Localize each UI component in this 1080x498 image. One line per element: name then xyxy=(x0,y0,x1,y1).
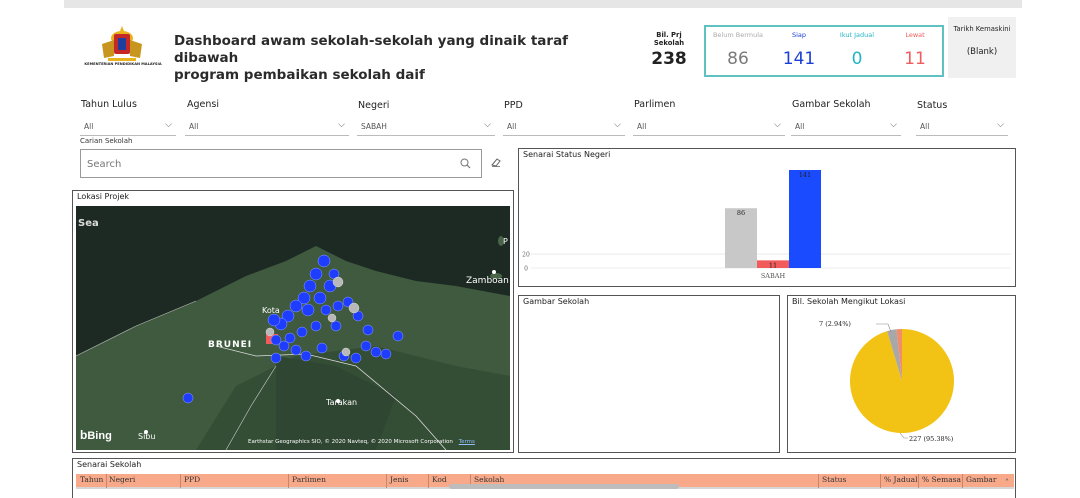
map-canvas xyxy=(76,206,510,450)
col-separator xyxy=(918,474,919,488)
ikut-jadual-label: Ikut Jadual xyxy=(839,31,875,39)
filter-ppd[interactable]: All ⌵ xyxy=(503,118,625,136)
location-pie-chart: 7 (2.94%) 227 (95.38%) xyxy=(819,320,954,443)
chevron-down-icon: ⌵ xyxy=(338,120,345,130)
chevron-down-icon: ⌵ xyxy=(997,120,1004,130)
search-box xyxy=(80,149,482,178)
map-label-tarakan: Tarakan xyxy=(326,398,358,407)
tarikh-kemaskini-card: Tarikh Kemaskini (Blank) xyxy=(948,17,1016,78)
scroll-up-icon[interactable]: ˄ xyxy=(1005,478,1009,487)
eraser-icon[interactable] xyxy=(490,156,502,168)
map-copyright-text: Earthstar Geographics SIO, © 2020 Navteq… xyxy=(248,439,453,445)
status-chart-panel: Senarai Status Negeri 0 20 86 11 141 SABAH xyxy=(518,148,1016,287)
filter-label-gambar-sekolah: Gambar Sekolah xyxy=(792,99,871,110)
filter-value: All xyxy=(84,122,94,131)
search-icon[interactable] xyxy=(460,158,471,169)
tarikh-value: (Blank) xyxy=(966,47,998,57)
filter-status[interactable]: All ⌵ xyxy=(916,118,1008,136)
col-separator xyxy=(288,474,289,488)
lewat-label: Lewat xyxy=(905,31,925,39)
table-title: Senarai Sekolah xyxy=(77,460,142,469)
top-bar xyxy=(64,0,1022,8)
chevron-down-icon: ⌵ xyxy=(165,120,172,130)
title-line-2: program pembaikan sekolah daif xyxy=(174,67,425,83)
search-label: Carian Sekolah xyxy=(80,137,133,145)
filter-label-status: Status xyxy=(917,100,948,111)
filter-value: SABAH xyxy=(361,122,387,131)
filter-label-tahun-lulus: Tahun Lulus xyxy=(81,99,137,110)
filter-value: All xyxy=(795,122,805,131)
page-title: Dashboard awam sekolah-sekolah yang dina… xyxy=(174,33,614,84)
filter-label-negeri: Negeri xyxy=(358,100,390,111)
filter-parlimen[interactable]: All ⌵ xyxy=(633,118,785,136)
gambar-sekolah-panel: Gambar Sekolah xyxy=(518,295,780,453)
tarikh-label: Tarikh Kemaskini xyxy=(953,25,1011,33)
chevron-down-icon: ⌵ xyxy=(484,120,491,130)
col-separator xyxy=(386,474,387,488)
map-label-zamboanga: Zamboan xyxy=(466,276,509,286)
siap-value: 141 xyxy=(782,49,816,69)
col-separator xyxy=(180,474,181,488)
map-label-sibu: Sibu xyxy=(138,432,156,441)
bing-text: Bing xyxy=(87,430,112,442)
bar-data-label: 86 xyxy=(737,209,745,217)
col-separator xyxy=(428,474,429,488)
lewat-value: 11 xyxy=(904,49,926,69)
filter-gambar-sekolah[interactable]: All ⌵ xyxy=(791,118,901,136)
filter-value: All xyxy=(920,122,930,131)
map-label-brunei: BRUNEI xyxy=(208,340,253,350)
status-bar-chart: 0 20 86 11 141 SABAH xyxy=(522,170,1011,280)
ikut-jadual-value: 0 xyxy=(851,49,863,69)
chevron-down-icon: ⌵ xyxy=(890,120,897,130)
filter-label-parlimen: Parlimen xyxy=(634,99,676,110)
map-label-kota: Kota xyxy=(262,306,280,315)
map-title: Lokasi Projek xyxy=(77,192,130,201)
filter-agensi[interactable]: All ⌵ xyxy=(185,118,349,136)
filter-label-ppd: PPD xyxy=(504,100,523,111)
gambar-sekolah-title: Gambar Sekolah xyxy=(523,297,590,306)
map-copyright: Earthstar Geographics SIO, © 2020 Navteq… xyxy=(248,439,475,445)
col-separator xyxy=(962,474,963,488)
map-label-sea: Sea xyxy=(78,218,99,229)
filter-value: All xyxy=(189,122,199,131)
chevron-down-icon: ⌵ xyxy=(614,120,621,130)
filter-label-agensi: Agensi xyxy=(187,99,219,110)
project-location-map[interactable]: Sea BRUNEI Kota Zamboan P Tarakan Sibu b… xyxy=(76,206,510,450)
col-separator xyxy=(818,474,819,488)
filter-value: All xyxy=(637,122,647,131)
bar-data-label: 11 xyxy=(769,261,777,269)
bil-prj-label: Bil. Prj Sekolah xyxy=(653,31,685,47)
pie-label: 227 (95.38%) xyxy=(909,435,954,443)
map-terms-link[interactable]: Terms xyxy=(459,439,475,445)
filter-negeri[interactable]: SABAH ⌵ xyxy=(357,118,495,136)
siap-label: Siap xyxy=(791,31,807,39)
pie-leader-line xyxy=(899,432,908,439)
bar-data-label: 141 xyxy=(799,171,811,179)
col-separator xyxy=(880,474,881,488)
col-separator xyxy=(106,474,107,488)
map-label-p: P xyxy=(503,237,508,246)
bil-prj-value: 238 xyxy=(651,49,687,69)
filter-tahun-lulus[interactable]: All ⌵ xyxy=(80,118,176,136)
title-line-1: Dashboard awam sekolah-sekolah yang dina… xyxy=(174,33,569,66)
belum-bermula-label: Belum Bermula xyxy=(712,31,764,39)
x-tick-label: SABAH xyxy=(761,272,786,280)
pie-panel: Bil. Sekolah Mengikut Lokasi 7 (2.94%) 22… xyxy=(787,295,1016,453)
pie-label: 7 (2.94%) xyxy=(819,320,851,328)
filter-value: All xyxy=(507,122,517,131)
bar[interactable] xyxy=(789,170,821,268)
bing-logo: bBing xyxy=(80,428,112,442)
ministry-name: KEMENTERIAN PENDIDIKAN MALAYSIA xyxy=(84,62,162,66)
y-tick-label: 20 xyxy=(522,252,530,259)
chevron-down-icon: ⌵ xyxy=(774,120,781,130)
horizontal-scrollbar[interactable] xyxy=(449,484,679,489)
belum-bermula-value: 86 xyxy=(727,49,749,69)
y-tick-label: 0 xyxy=(524,266,528,273)
search-input[interactable] xyxy=(87,156,447,172)
